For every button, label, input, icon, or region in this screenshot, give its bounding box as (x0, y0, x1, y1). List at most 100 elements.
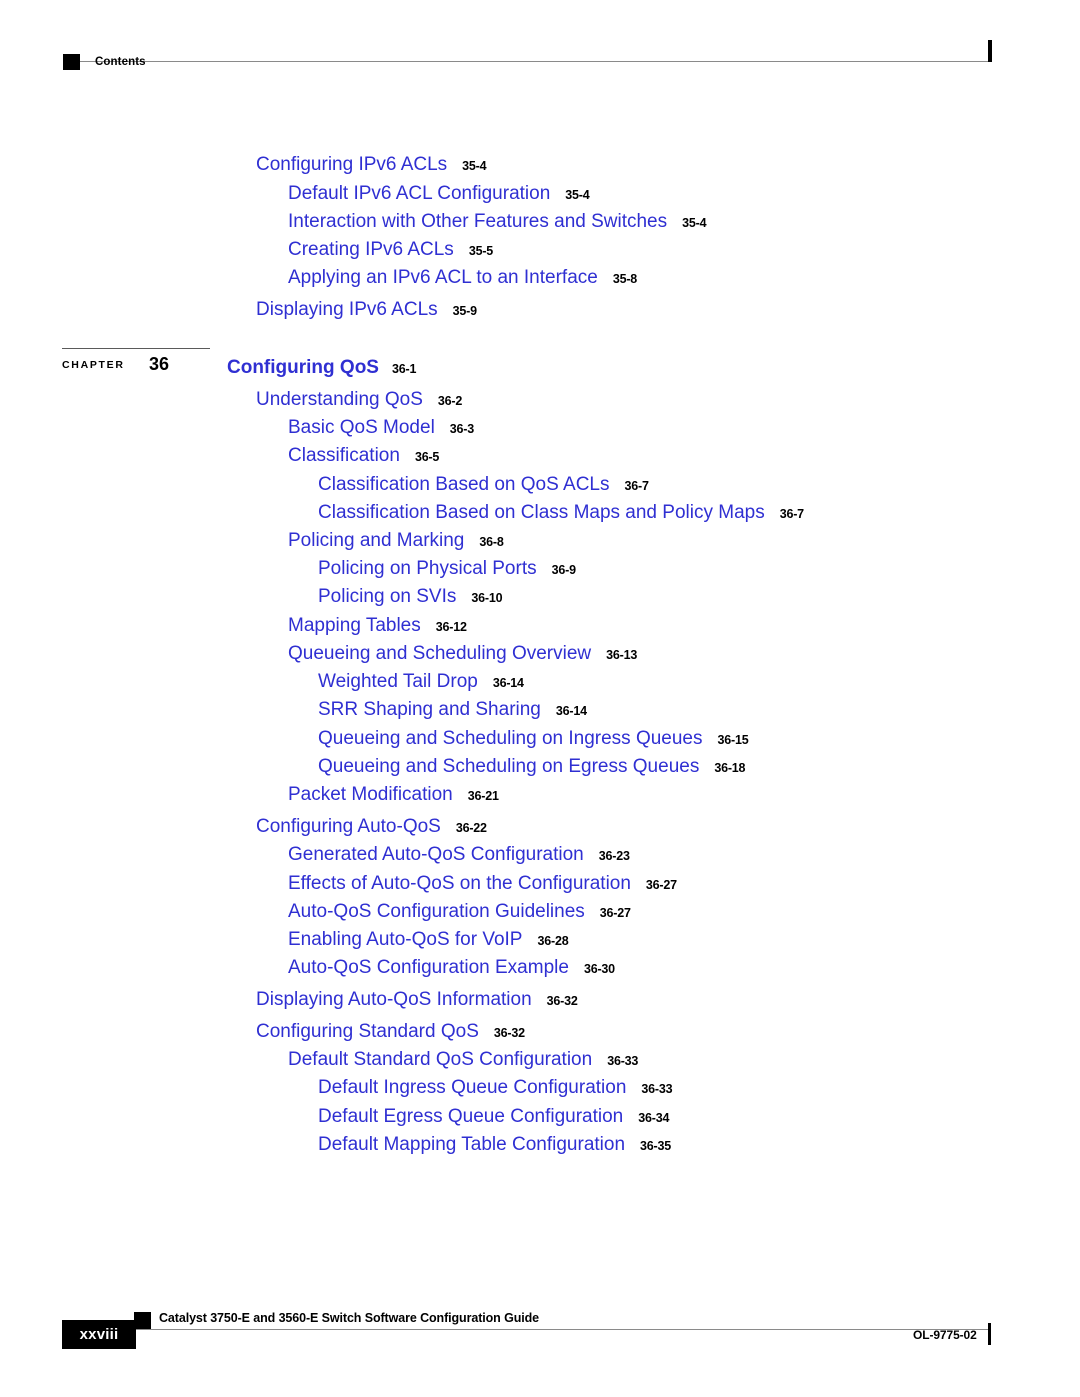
toc-entry-title: Applying an IPv6 ACL to an Interface (288, 267, 598, 288)
footer-bullet-square-icon (134, 1312, 151, 1329)
toc-entry-page-number: 36-27 (645, 878, 677, 892)
toc-entry-page-number: 36-9 (551, 563, 576, 577)
toc-entry-page-number: 36-7 (624, 479, 649, 493)
footer-document-id: OL-9775-02 (913, 1328, 977, 1342)
toc-entry-title: Classification (288, 445, 400, 466)
toc-entry[interactable]: Default IPv6 ACL Configuration 35-4 (288, 184, 590, 203)
toc-entry-title: Classification Based on QoS ACLs (318, 474, 610, 495)
footer-page-number: xxviii (79, 1326, 119, 1343)
toc-entry-title: Configuring Standard QoS (256, 1021, 479, 1042)
toc-entry-page-number: 36-23 (598, 849, 630, 863)
toc-entry[interactable]: Default Standard QoS Configuration 36-33 (288, 1050, 638, 1069)
toc-entry-title: Policing on Physical Ports (318, 558, 537, 579)
toc-entry[interactable]: Classification Based on QoS ACLs 36-7 (318, 475, 649, 494)
toc-entry-page-number: 36-13 (606, 648, 638, 662)
toc-entry-title: Mapping Tables (288, 615, 421, 636)
toc-entry-title: Understanding QoS (256, 389, 423, 410)
toc-entry[interactable]: Applying an IPv6 ACL to an Interface 35-8 (288, 268, 637, 287)
toc-entry[interactable]: Generated Auto-QoS Configuration 36-23 (288, 845, 630, 864)
toc-entry-page-number: 36-33 (641, 1082, 673, 1096)
toc-entry-page-number: 36-28 (537, 934, 569, 948)
chapter-marker-rule (62, 348, 210, 349)
toc-entry[interactable]: Effects of Auto-QoS on the Configuration… (288, 874, 677, 893)
toc-entry-title: Interaction with Other Features and Swit… (288, 211, 668, 232)
chapter-marker-label: CHAPTER (62, 359, 125, 371)
toc-entry[interactable]: Configuring Standard QoS 36-32 (256, 1022, 525, 1041)
toc-entry-title: Configuring IPv6 ACLs (256, 154, 448, 175)
toc-entry-page-number: 36-34 (638, 1111, 670, 1125)
toc-entry[interactable]: Policing and Marking 36-8 (288, 531, 504, 550)
toc-entry-page-number: 36-32 (493, 1026, 525, 1040)
toc-entry-title: Queueing and Scheduling on Ingress Queue… (318, 728, 703, 749)
toc-entry-title: Generated Auto-QoS Configuration (288, 844, 584, 865)
toc-entry[interactable]: Queueing and Scheduling Overview 36-13 (288, 644, 637, 663)
toc-entry-page-number: 36-2 (437, 394, 463, 408)
toc-entry-title: Classification Based on Class Maps and P… (318, 502, 765, 523)
toc-entry[interactable]: Default Ingress Queue Configuration 36-33 (318, 1077, 673, 1098)
toc-entry[interactable]: Understanding QoS 36-2 (256, 390, 462, 409)
toc-entry-page-number: 35-9 (452, 304, 477, 318)
header-label: Contents (95, 56, 146, 68)
toc-entry-title: Packet Modification (288, 784, 453, 805)
toc-entry-title: Default Mapping Table Configuration (318, 1134, 626, 1155)
toc-entry-title: Configuring QoS (227, 357, 379, 378)
toc-entry-page-number: 35-8 (612, 272, 638, 286)
toc-entry[interactable]: Auto-QoS Configuration Example 36-30 (288, 958, 615, 977)
toc-entry[interactable]: Basic QoS Model 36-3 (288, 418, 474, 437)
toc-entry-title: Displaying Auto-QoS Information (256, 989, 532, 1010)
footer-change-bar (988, 1323, 991, 1345)
footer-document-title: Catalyst 3750-E and 3560-E Switch Softwa… (159, 1311, 540, 1325)
toc-entry[interactable]: Queueing and Scheduling on Egress Queues… (318, 756, 746, 777)
toc-entry[interactable]: SRR Shaping and Sharing 36-14 (318, 700, 587, 719)
toc-entry-title: Queueing and Scheduling Overview (288, 643, 592, 664)
toc-entry-page-number: 36-14 (555, 704, 587, 718)
toc-entry-title: Weighted Tail Drop (318, 671, 478, 692)
running-header: Contents (0, 0, 1080, 100)
toc-entry[interactable]: Displaying Auto-QoS Information 36-32 (256, 990, 578, 1009)
toc-entry-page-number: 36-12 (435, 620, 467, 634)
toc-entry-page-number: 36-18 (714, 761, 746, 775)
toc-entry[interactable]: Enabling Auto-QoS for VoIP 36-28 (288, 929, 569, 950)
toc-entry-page-number: 35-5 (468, 244, 494, 258)
toc-entry-page-number: 36-32 (546, 994, 578, 1008)
toc-entry[interactable]: Auto-QoS Configuration Guidelines 36-27 (288, 902, 631, 921)
toc-entry-page-number: 36-14 (492, 676, 524, 690)
toc-entry-title: Default Ingress Queue Configuration (318, 1077, 627, 1098)
toc-entry[interactable]: Mapping Tables 36-12 (288, 616, 467, 635)
toc-entry-page-number: 36-1 (391, 362, 417, 376)
toc-entry[interactable]: Default Egress Queue Configuration 36-34 (318, 1107, 669, 1126)
toc-entry-page-number: 36-33 (607, 1054, 639, 1068)
chapter-marker: CHAPTER 36 (62, 348, 222, 384)
header-change-bar (988, 40, 992, 62)
toc-entry[interactable]: Policing on Physical Ports 36-9 (318, 559, 576, 578)
toc-entry-page-number: 36-3 (449, 422, 475, 436)
toc-entry[interactable]: Policing on SVIs 36-10 (318, 587, 503, 606)
toc-entry[interactable]: Interaction with Other Features and Swit… (288, 211, 707, 232)
chapter-marker-number: 36 (149, 354, 170, 374)
toc-entry[interactable]: Packet Modification 36-21 (288, 785, 499, 804)
toc-entry[interactable]: Configuring QoS 36-1 (227, 358, 416, 377)
toc-entry-title: Displaying IPv6 ACLs (256, 299, 438, 320)
toc-entry[interactable]: Default Mapping Table Configuration 36-35 (318, 1135, 671, 1154)
toc-entry-page-number: 36-35 (640, 1139, 671, 1153)
toc-entry[interactable]: Creating IPv6 ACLs 35-5 (288, 240, 493, 259)
toc-entry[interactable]: Configuring IPv6 ACLs 35-4 (256, 154, 487, 175)
toc-entry-title: Auto-QoS Configuration Guidelines (288, 901, 585, 922)
toc-entry[interactable]: Displaying IPv6 ACLs 35-9 (256, 300, 477, 319)
toc-entry-title: Enabling Auto-QoS for VoIP (288, 929, 523, 950)
toc-entry-page-number: 36-27 (599, 906, 631, 920)
page-footer: xxviii Catalyst 3750-E and 3560-E Switch… (0, 1290, 1080, 1397)
toc-entry-page-number: 35-4 (462, 159, 487, 173)
toc-entry-title: Policing and Marking (288, 530, 465, 551)
toc-entry-page-number: 35-4 (565, 188, 590, 202)
toc-entry-title: Queueing and Scheduling on Egress Queues (318, 756, 700, 777)
toc-entry[interactable]: Configuring Auto-QoS 36-22 (256, 817, 487, 836)
toc-entry[interactable]: Weighted Tail Drop 36-14 (318, 672, 524, 691)
toc-entry-title: Auto-QoS Configuration Example (288, 957, 569, 978)
toc-entry-page-number: 36-15 (717, 733, 749, 747)
toc-entry-title: SRR Shaping and Sharing (318, 699, 541, 720)
toc-entry-title: Effects of Auto-QoS on the Configuration (288, 873, 631, 894)
toc-entry[interactable]: Classification 36-5 (288, 446, 439, 465)
toc-entry[interactable]: Classification Based on Class Maps and P… (318, 503, 804, 522)
toc-entry[interactable]: Queueing and Scheduling on Ingress Queue… (318, 728, 749, 749)
